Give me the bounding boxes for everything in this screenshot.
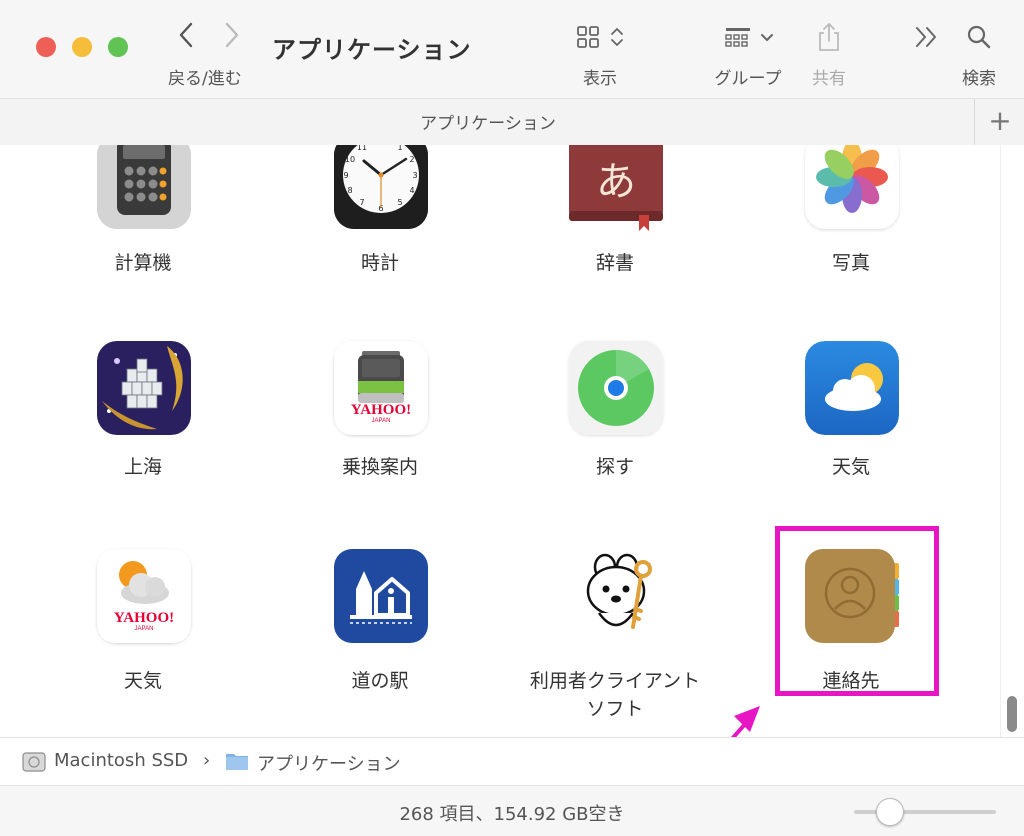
path-separator: › (203, 750, 211, 771)
finder-window: 戻る/進む アプリケーション 表示 グループ 共有 検索 アプリケーション + … (0, 0, 1024, 836)
path-disk[interactable]: Macintosh SSD (54, 750, 188, 771)
icon-size-slider-knob[interactable] (876, 798, 904, 826)
annotation-arrow-icon (682, 706, 760, 795)
disk-icon (22, 752, 46, 772)
path-folder[interactable]: アプリケーション (257, 750, 401, 776)
path-bar: Macintosh SSD › アプリケーション (0, 737, 1024, 786)
folder-icon (226, 754, 248, 770)
status-bar: 268 項目、154.92 GB空き (0, 785, 1024, 836)
